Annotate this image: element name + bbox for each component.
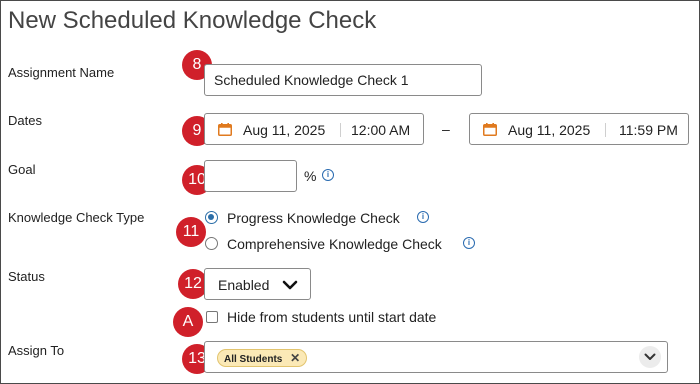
goal-unit: % xyxy=(304,168,317,184)
comprehensive-check-radio[interactable] xyxy=(205,237,218,250)
status-select[interactable]: Enabled xyxy=(204,268,311,300)
calendar-icon xyxy=(483,123,497,136)
date-time-divider xyxy=(340,123,341,137)
hide-from-students-checkbox[interactable] xyxy=(206,311,218,323)
info-icon[interactable]: i xyxy=(463,237,475,249)
date-time-divider xyxy=(605,123,606,137)
info-icon[interactable]: i xyxy=(322,169,334,181)
end-date-value: Aug 11, 2025 xyxy=(508,122,591,138)
start-time-value: 12:00 AM xyxy=(351,122,411,138)
assignment-name-value: Scheduled Knowledge Check 1 xyxy=(214,72,409,88)
info-icon[interactable]: i xyxy=(417,211,429,223)
step-marker-11: 11 xyxy=(176,217,206,247)
assign-to-select[interactable]: All Students ✕ xyxy=(204,341,668,373)
chevron-down-icon xyxy=(644,353,656,360)
progress-check-label[interactable]: Progress Knowledge Check xyxy=(227,210,400,226)
start-date-value: Aug 11, 2025 xyxy=(243,122,326,138)
end-time-value: 11:59 PM xyxy=(619,122,678,138)
assign-to-expand-button[interactable] xyxy=(639,346,661,368)
status-label: Status xyxy=(8,269,45,284)
progress-check-radio[interactable] xyxy=(205,211,218,224)
start-date-picker[interactable]: Aug 11, 2025 12:00 AM xyxy=(204,113,424,145)
assign-to-label: Assign To xyxy=(8,343,65,358)
comprehensive-check-label[interactable]: Comprehensive Knowledge Check xyxy=(227,236,442,252)
dates-label: Dates xyxy=(8,113,42,128)
assignee-chip: All Students ✕ xyxy=(217,349,308,367)
goal-input[interactable] xyxy=(204,160,297,192)
assignment-name-label: Assignment Name xyxy=(8,65,115,80)
date-range-separator: – xyxy=(442,121,450,137)
calendar-icon xyxy=(218,123,232,136)
assignment-name-input[interactable]: Scheduled Knowledge Check 1 xyxy=(204,64,482,96)
goal-label: Goal xyxy=(8,162,36,177)
assignee-chip-label: All Students xyxy=(224,354,283,365)
step-marker-a: A xyxy=(173,307,203,337)
knowledge-check-type-label: Knowledge Check Type xyxy=(8,210,145,225)
page-title: New Scheduled Knowledge Check xyxy=(8,7,377,34)
knowledge-check-form: New Scheduled Knowledge Check Assignment… xyxy=(0,0,700,384)
status-value: Enabled xyxy=(218,277,270,293)
end-date-picker[interactable]: Aug 11, 2025 11:59 PM xyxy=(469,113,689,145)
close-icon[interactable]: ✕ xyxy=(290,350,300,366)
chevron-down-icon xyxy=(282,280,298,290)
hide-from-students-label[interactable]: Hide from students until start date xyxy=(227,309,436,325)
